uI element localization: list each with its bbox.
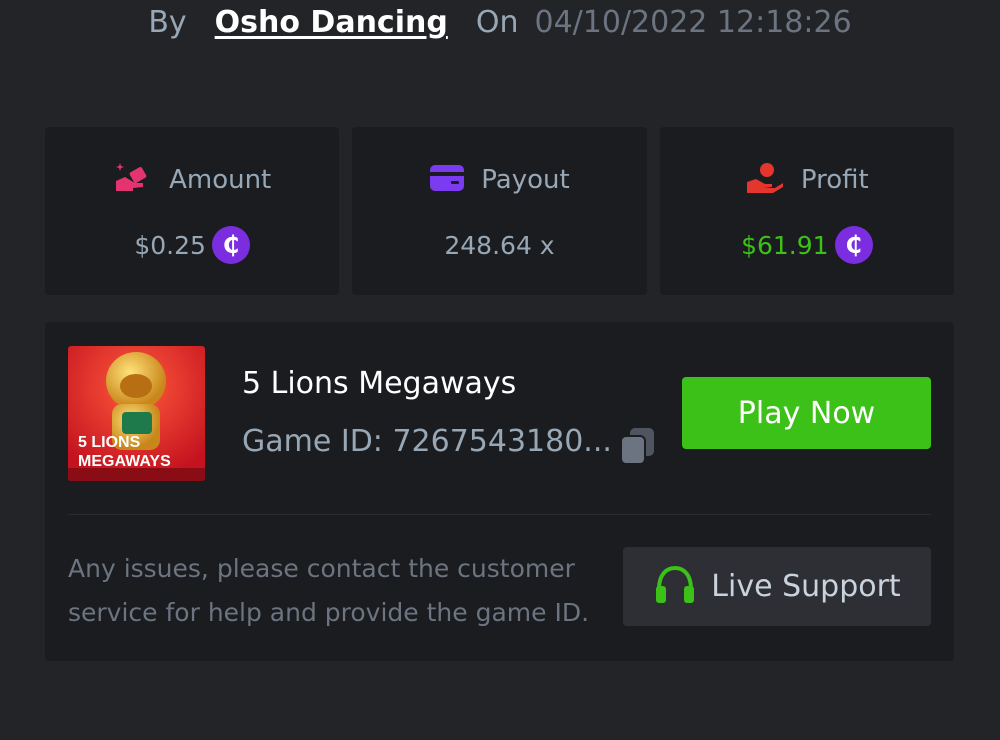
bet-stats: Amount $0.25 ₵ Payout 248.64 x Profit $6… xyxy=(45,127,954,295)
amount-value-row: $0.25 ₵ xyxy=(134,226,250,264)
hand-profit-icon xyxy=(745,161,785,199)
profit-value: $61.91 xyxy=(741,230,829,260)
on-label: On xyxy=(475,4,519,40)
profit-value-row: $61.91 ₵ xyxy=(741,226,873,264)
play-now-button[interactable]: Play Now xyxy=(682,377,931,449)
amount-value: $0.25 xyxy=(134,230,206,260)
payout-label: Payout xyxy=(481,165,570,195)
bet-datetime: 04/10/2022 12:18:26 xyxy=(534,4,852,40)
stat-profit: Profit $61.91 ₵ xyxy=(659,127,954,295)
payout-value-row: 248.64 x xyxy=(444,226,554,264)
help-text: Any issues, please contact the customer … xyxy=(68,554,590,627)
game-title: 5 Lions Megaways xyxy=(242,366,517,401)
amount-label: Amount xyxy=(169,165,272,195)
headset-icon xyxy=(653,565,697,609)
username-link[interactable]: Osho Dancing xyxy=(215,5,448,40)
stat-payout: Payout 248.64 x xyxy=(352,127,647,295)
game-id: Game ID: 7267543180... xyxy=(242,424,612,459)
live-support-button[interactable]: Live Support xyxy=(623,547,931,626)
amount-hand-icon xyxy=(113,161,153,199)
stat-amount: Amount $0.25 ₵ xyxy=(45,127,340,295)
thumb-title-line1: 5 LIONS xyxy=(78,434,141,451)
game-card: 5 LIONS MEGAWAYS 5 Lions Megaways Game I… xyxy=(45,322,954,661)
thumb-title-line2: MEGAWAYS xyxy=(78,453,171,470)
payout-value: 248.64 x xyxy=(444,230,555,260)
game-thumbnail[interactable]: 5 LIONS MEGAWAYS xyxy=(68,346,205,481)
divider xyxy=(68,514,931,515)
profit-label: Profit xyxy=(800,165,869,195)
coin-icon: ₵ xyxy=(834,226,873,264)
live-support-label: Live Support xyxy=(711,569,901,604)
wallet-card-icon xyxy=(429,164,465,196)
bet-byline: By Osho Dancing On 04/10/2022 12:18:26 xyxy=(0,0,1000,44)
coin-icon: ₵ xyxy=(211,226,250,264)
copy-icon[interactable] xyxy=(618,426,658,466)
by-label: By xyxy=(148,4,187,40)
